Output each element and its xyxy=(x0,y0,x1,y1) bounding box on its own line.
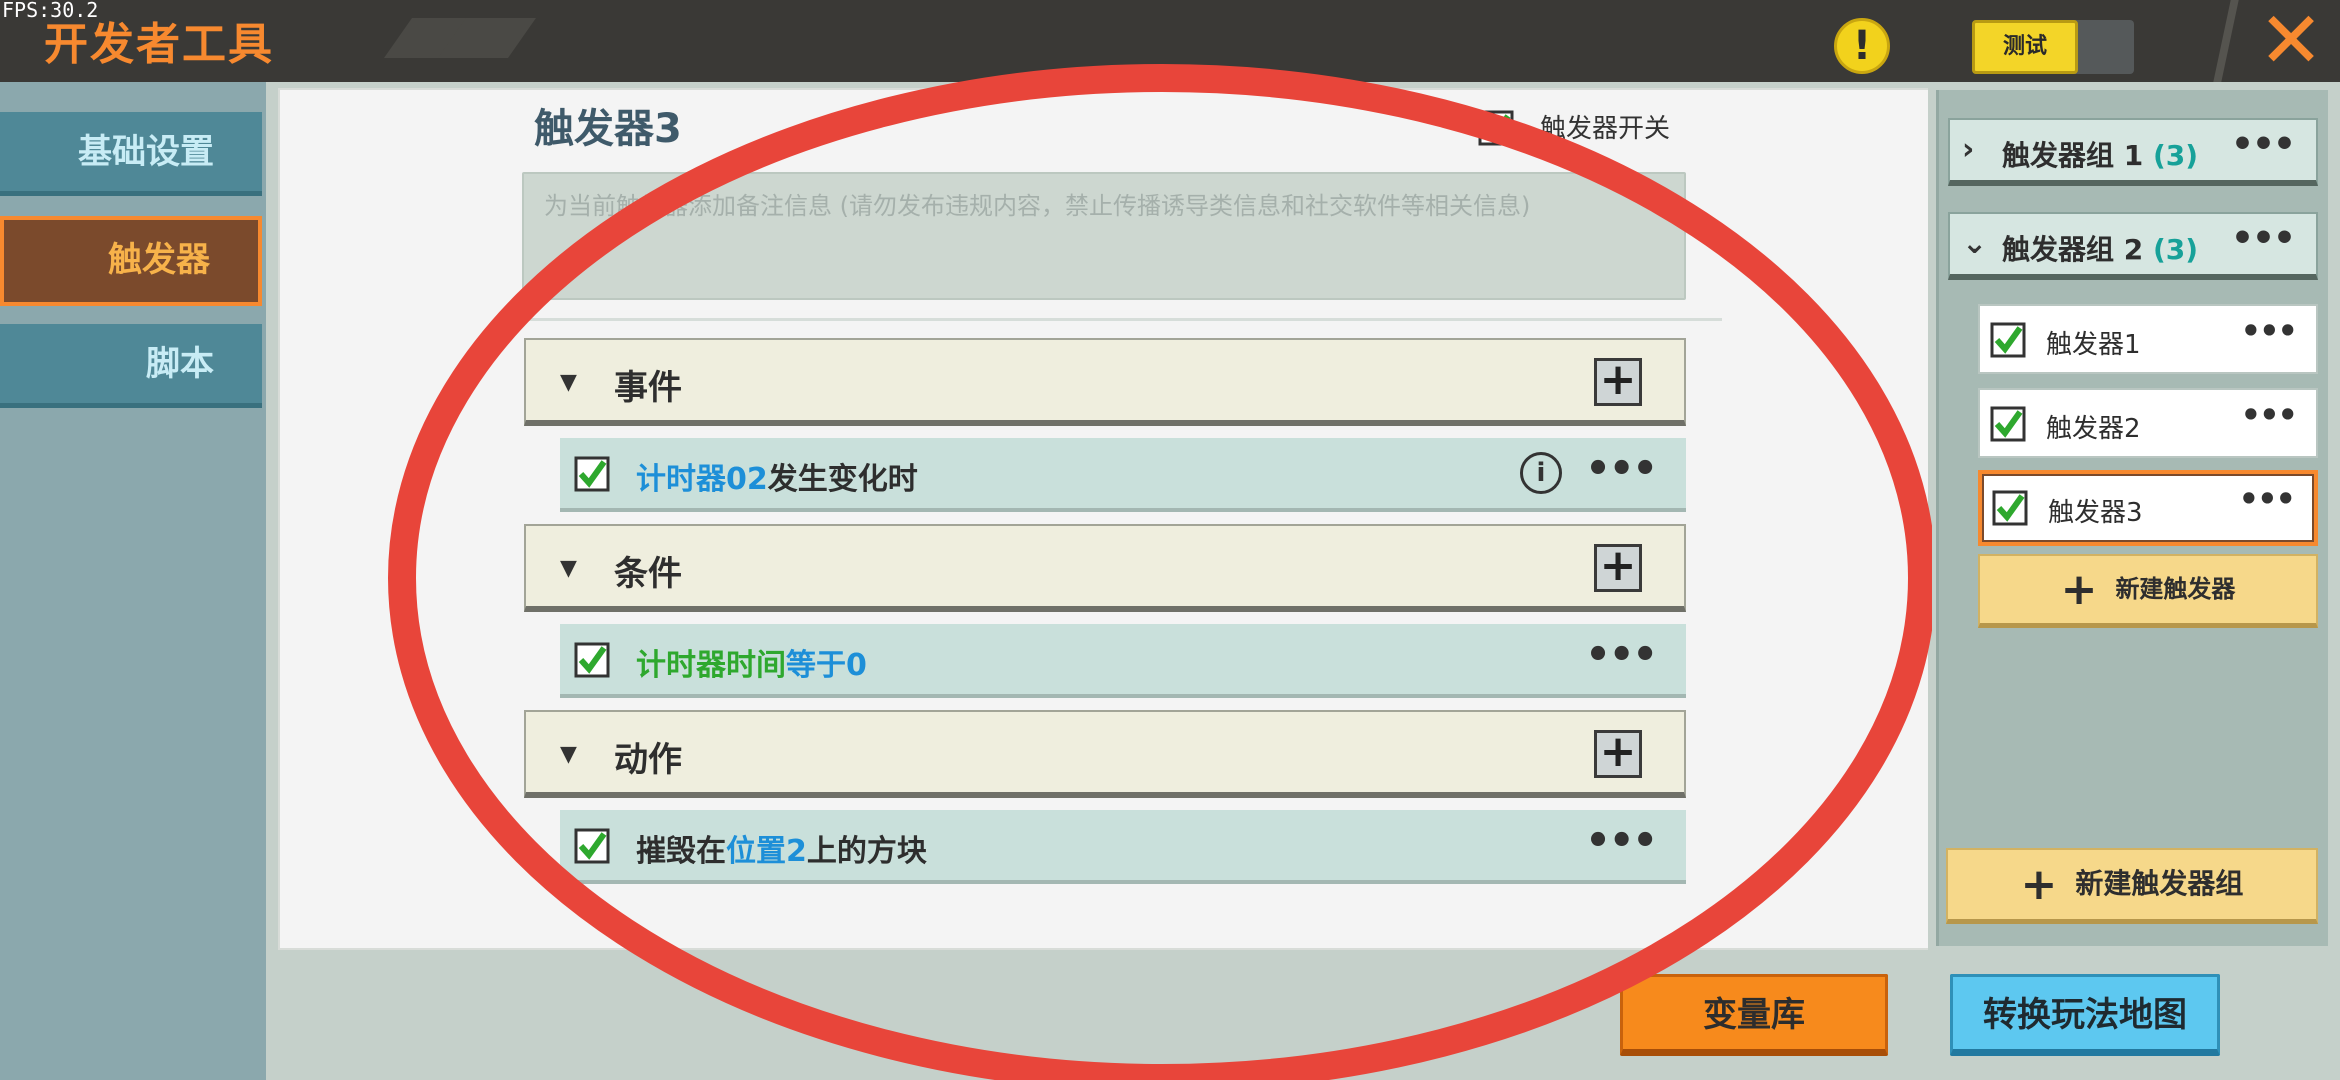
trigger-checkbox[interactable] xyxy=(1992,490,2028,526)
nav-item-label: 脚本 xyxy=(146,344,214,384)
nav-item-label: 基础设置 xyxy=(78,132,214,172)
more-options-icon[interactable]: ••• xyxy=(1585,446,1658,492)
trigger-checkbox[interactable] xyxy=(1990,322,2026,358)
trigger-item-3[interactable]: 触发器3 ••• xyxy=(1978,470,2318,546)
note-placeholder: 为当前触发器添加备注信息 (请勿发布违规内容，禁止传播诱导类信息和社交软件等相关… xyxy=(544,192,1531,220)
condition-checkbox[interactable] xyxy=(574,642,610,678)
caret-down-icon: ▼ xyxy=(560,556,577,581)
trigger-checkbox[interactable] xyxy=(1990,406,2026,442)
plus-icon: + xyxy=(2020,859,2058,910)
event-text: 计时器02发生变化时 xyxy=(636,454,918,498)
switch-map-button[interactable]: 转换玩法地图 xyxy=(1950,974,2220,1056)
chevron-down-icon: ⌄ xyxy=(1962,226,1988,261)
condition-token: 等于 xyxy=(786,648,846,683)
nav-item-triggers[interactable]: 触发器 xyxy=(0,216,262,306)
event-checkbox[interactable] xyxy=(574,456,610,492)
new-trigger-group-button[interactable]: + 新建触发器组 xyxy=(1946,848,2318,924)
new-trigger-button[interactable]: + 新建触发器 xyxy=(1978,554,2318,628)
more-options-icon[interactable]: ••• xyxy=(1585,632,1658,678)
trigger-item-label: 触发器1 xyxy=(2046,330,2141,360)
more-options-icon[interactable]: ••• xyxy=(2231,218,2296,259)
action-text: 摧毁在位置2上的方块 xyxy=(636,826,927,870)
more-options-icon[interactable]: ••• xyxy=(2241,312,2298,350)
trigger-item-2[interactable]: 触发器2 ••• xyxy=(1978,388,2318,458)
action-token: 上的方块 xyxy=(806,834,927,869)
checkmark-icon xyxy=(1992,490,2028,526)
close-icon[interactable]: ✕ xyxy=(2252,2,2330,80)
condition-token: 计时器时间 xyxy=(636,648,786,683)
plus-icon: + xyxy=(2060,564,2098,615)
divider xyxy=(522,318,1722,321)
checkmark-icon xyxy=(574,642,610,678)
checkmark-icon xyxy=(574,456,610,492)
condition-text: 计时器时间等于0 xyxy=(636,640,867,684)
new-group-label: 新建触发器组 xyxy=(2075,867,2244,900)
checkmark-icon xyxy=(1990,322,2026,358)
nav-item-basic-settings[interactable]: 基础设置 xyxy=(0,112,262,196)
section-actions[interactable]: ▼ 动作 + xyxy=(524,710,1686,798)
note-input[interactable]: 为当前触发器添加备注信息 (请勿发布违规内容，禁止传播诱导类信息和社交软件等相关… xyxy=(522,172,1686,300)
trigger-item-label: 触发器3 xyxy=(2048,498,2143,528)
more-options-icon[interactable]: ••• xyxy=(1585,818,1658,864)
chevron-right-icon: › xyxy=(1962,132,1975,167)
nav-item-label: 触发器 xyxy=(108,240,210,280)
section-label: 动作 xyxy=(614,740,682,780)
action-row[interactable]: 摧毁在位置2上的方块 ••• xyxy=(560,810,1686,884)
trigger-title: 触发器3 xyxy=(534,106,682,152)
section-label: 条件 xyxy=(614,554,682,594)
test-toggle[interactable]: 测试 xyxy=(1972,20,2134,74)
add-event-button[interactable]: + xyxy=(1594,358,1642,406)
section-conditions[interactable]: ▼ 条件 + xyxy=(524,524,1686,612)
exclamation-icon[interactable]: ! xyxy=(1834,18,1890,74)
condition-row[interactable]: 计时器时间等于0 ••• xyxy=(560,624,1686,698)
event-token: 发生变化时 xyxy=(767,462,918,497)
action-checkbox[interactable] xyxy=(574,828,610,864)
caret-down-icon: ▼ xyxy=(560,370,577,395)
event-row[interactable]: 计时器02发生变化时 i ••• xyxy=(560,438,1686,512)
nav-item-script[interactable]: 脚本 xyxy=(0,324,262,408)
action-token: 位置2 xyxy=(726,834,807,869)
add-action-button[interactable]: + xyxy=(1594,730,1642,778)
checkmark-icon xyxy=(1478,110,1514,146)
new-trigger-label: 新建触发器 xyxy=(2115,575,2236,603)
section-label: 事件 xyxy=(614,368,682,408)
more-options-icon[interactable]: ••• xyxy=(2239,480,2296,518)
more-options-icon[interactable]: ••• xyxy=(2231,124,2296,165)
variable-library-button[interactable]: 变量库 xyxy=(1620,974,1888,1056)
test-toggle-label: 测试 xyxy=(1972,20,2078,74)
info-icon[interactable]: i xyxy=(1520,452,1562,494)
checkmark-icon xyxy=(574,828,610,864)
caret-down-icon: ▼ xyxy=(560,742,577,767)
checkmark-icon xyxy=(1990,406,2026,442)
trigger-group-1[interactable]: › 触发器组 1 (3) ••• xyxy=(1948,118,2318,186)
add-condition-button[interactable]: + xyxy=(1594,544,1642,592)
action-token: 摧毁在 xyxy=(636,834,726,869)
trigger-enable-label: 触发器开关 xyxy=(1540,114,1671,144)
condition-token: 0 xyxy=(846,648,867,683)
top-divider xyxy=(2213,0,2239,82)
trigger-group-2[interactable]: ⌄ 触发器组 2 (3) ••• xyxy=(1948,212,2318,280)
more-options-icon[interactable]: ••• xyxy=(2241,396,2298,434)
trigger-enable-checkbox[interactable] xyxy=(1478,110,1514,146)
trigger-item-label: 触发器2 xyxy=(2046,414,2141,444)
group-label: 触发器组 1 (3) xyxy=(2002,139,2199,172)
group-label: 触发器组 2 (3) xyxy=(2002,233,2199,266)
section-events[interactable]: ▼ 事件 + xyxy=(524,338,1686,426)
event-token: 计时器02 xyxy=(636,462,768,497)
trigger-item-1[interactable]: 触发器1 ••• xyxy=(1978,304,2318,374)
fps-counter: FPS:30.2 xyxy=(2,0,99,22)
